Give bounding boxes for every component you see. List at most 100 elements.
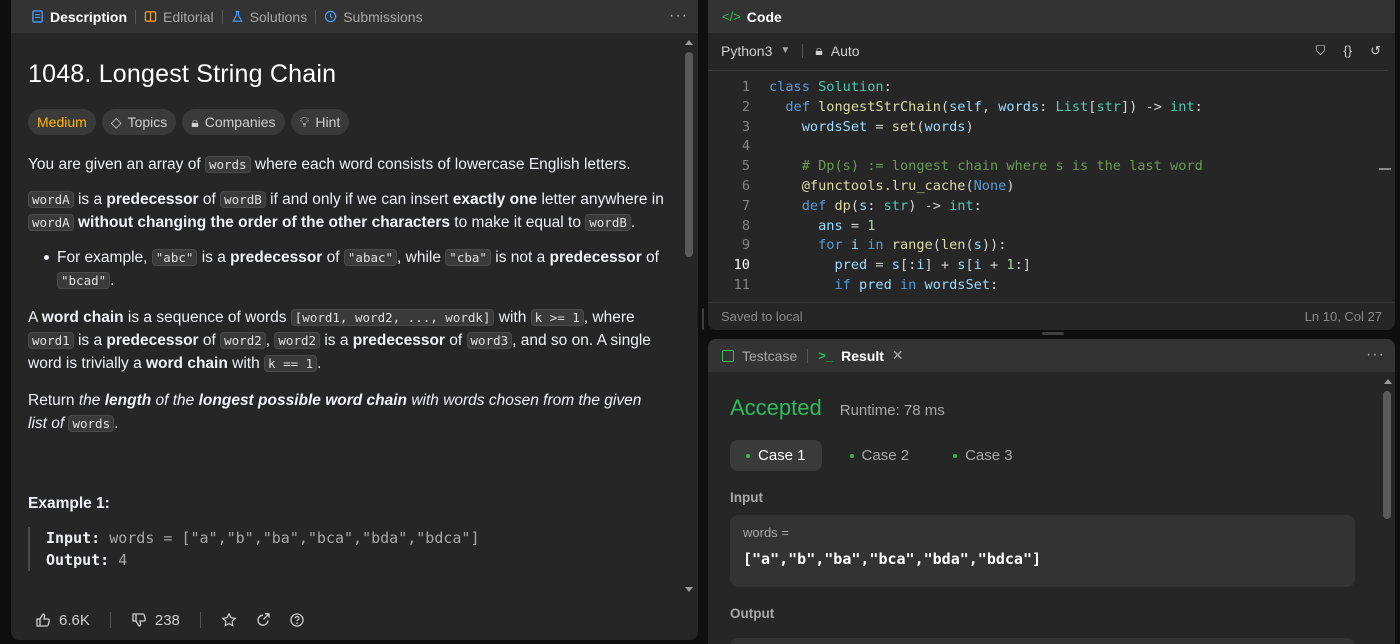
vertical-resize-handle[interactable] [702, 308, 704, 330]
case-tabs: Case 1 Case 2 Case 3 [730, 440, 1395, 471]
result-tabbar: Testcase >_ Result ✕ ··· [708, 339, 1395, 372]
chevron-down-icon[interactable]: ▼ [780, 45, 790, 56]
input-label: Input [730, 490, 763, 505]
case-tab[interactable]: Case 1 [730, 440, 822, 471]
tag-icon: ◇ [110, 113, 122, 130]
paragraph-4: Return the length of the longest possibl… [28, 392, 642, 432]
tab-result[interactable]: Result [841, 348, 884, 364]
like-button[interactable]: 6.6K [29, 612, 96, 629]
output-value-box [730, 638, 1355, 644]
format-code-icon[interactable]: {} [1343, 43, 1352, 59]
more-options-icon[interactable]: ··· [1366, 346, 1385, 364]
book-icon [144, 11, 157, 22]
companies-button[interactable]: 🔒︎ Companies [182, 109, 285, 135]
tab-submissions[interactable]: Submissions [318, 0, 428, 33]
code-line: 6 @functools.lru_cache(None) [741, 177, 1015, 194]
tab-description[interactable]: Description [25, 0, 133, 33]
code-line: 10 pred = s[:i] + s[i + 1:] [733, 257, 1031, 274]
code-icon: </> [722, 9, 741, 24]
tab-divider [221, 9, 223, 24]
cursor-position: Ln 10, Col 27 [1304, 309, 1382, 324]
code-line: 9 for i in range(len(s)): [741, 237, 1007, 254]
language-select[interactable]: Python3 [721, 43, 772, 59]
footer-divider [199, 612, 201, 628]
favorite-button[interactable] [215, 612, 243, 628]
description-scrollbar[interactable] [682, 36, 696, 596]
star-icon [221, 612, 237, 627]
paragraph-3: A word chain is a sequence of words [wor… [28, 309, 651, 372]
input-value-box: words = ["a","b","ba","bca","bda","bdca"… [730, 515, 1355, 587]
difficulty-badge[interactable]: Medium [28, 109, 96, 135]
code-editor[interactable]: 1 class Solution: 2 def longestStrChain(s… [708, 70, 1388, 298]
footer-divider [109, 612, 111, 628]
share-button[interactable] [249, 612, 277, 628]
tab-testcase[interactable]: Testcase [742, 348, 797, 364]
flask-icon [231, 10, 243, 22]
horizontal-resize-handle[interactable] [1042, 332, 1064, 335]
bullet-dot [44, 255, 49, 260]
example-title: Example 1: [28, 495, 110, 512]
description-icon [32, 10, 43, 23]
help-button[interactable] [283, 612, 311, 628]
case-tab[interactable]: Case 3 [937, 440, 1029, 471]
code-header: </> Code [708, 0, 1395, 33]
paragraph-2: wordA is a predecessor of wordB if and o… [28, 188, 664, 234]
lightbulb-icon: 💡︎ [299, 113, 310, 130]
editor-scrollbar[interactable] [1379, 70, 1391, 298]
scroll-marker [1379, 168, 1391, 170]
scroll-down-icon[interactable] [685, 587, 693, 592]
code-line: 11 if pred in wordsSet: [733, 276, 999, 293]
share-icon [257, 613, 270, 626]
thumbs-up-icon [36, 613, 50, 627]
code-panel: </> Code Python3 ▼ 🔒︎ Auto ⛉ {} ↺ 1 class… [708, 0, 1395, 330]
problem-title: 1048. Longest String Chain [28, 60, 337, 88]
hint-button[interactable]: 💡︎ Hint [290, 109, 350, 135]
editor-statusbar: Saved to local Ln 10, Col 27 [708, 302, 1395, 330]
terminal-icon: >_ [818, 348, 834, 363]
tab-divider [315, 9, 317, 24]
scroll-up-icon[interactable] [685, 40, 693, 45]
tab-divider [135, 9, 137, 24]
result-panel: Testcase >_ Result ✕ ··· Accepted Runtim… [708, 339, 1395, 644]
code-line: 1 class Solution: [741, 79, 892, 95]
question-icon [290, 613, 304, 627]
example-block: Input: words = ["a","b","ba","bca","bda"… [28, 527, 664, 571]
tab-editorial[interactable]: Editorial [138, 0, 220, 33]
reset-icon[interactable]: ↺ [1370, 43, 1381, 59]
history-icon [324, 10, 337, 23]
lock-icon: 🔒︎ [815, 42, 823, 58]
bookmark-icon[interactable]: ⛉ [1316, 43, 1326, 59]
scrollbar-thumb[interactable] [1383, 391, 1391, 519]
pass-dot [746, 453, 750, 458]
result-scrollbar[interactable] [1381, 375, 1393, 644]
problem-tabbar: Description Editorial Solutions Submissi… [11, 0, 698, 33]
tab-divider [807, 348, 809, 363]
output-label: Output [730, 606, 775, 621]
case-tab[interactable]: Case 2 [834, 440, 926, 471]
more-options-icon[interactable]: ··· [669, 7, 688, 25]
tab-solutions[interactable]: Solutions [225, 0, 314, 33]
verdict-row: Accepted Runtime: 78 ms [730, 395, 1395, 421]
close-icon[interactable]: ✕ [892, 347, 904, 364]
editor-toolbar: Python3 ▼ 🔒︎ Auto [708, 33, 1395, 68]
list-item: For example, "abc" is a predecessor of "… [28, 246, 664, 292]
paragraph-1: You are given an array of words where ea… [28, 156, 631, 173]
code-line: 3 wordsSet = set(words) [741, 118, 974, 135]
checkbox-icon [722, 349, 734, 362]
topics-button[interactable]: ◇ Topics [101, 109, 177, 135]
lock-icon: 🔒︎ [191, 113, 199, 130]
autocomplete-mode[interactable]: Auto [831, 43, 860, 59]
thumbs-down-icon [132, 613, 146, 627]
scrollbar-thumb[interactable] [685, 52, 693, 257]
problem-tags: Medium ◇ Topics 🔒︎ Companies 💡︎ Hint [28, 109, 664, 135]
code-line: 2 def longestStrChain(self, words: List[… [741, 98, 1203, 115]
code-line: 8 ans = 1 [741, 217, 876, 234]
variable-value: ["a","b","ba","bca","bda","bdca"] [743, 550, 1042, 568]
dislike-button[interactable]: 238 [125, 612, 186, 629]
code-line: 5 # Dp(s) := longest chain where s is th… [741, 158, 1203, 175]
scroll-up-icon[interactable] [1384, 379, 1392, 384]
pass-dot [953, 453, 958, 458]
editor-actions: ⛉ {} ↺ [1316, 43, 1381, 59]
toolbar-divider [802, 43, 804, 58]
runtime-label: Runtime: 78 ms [839, 402, 945, 419]
